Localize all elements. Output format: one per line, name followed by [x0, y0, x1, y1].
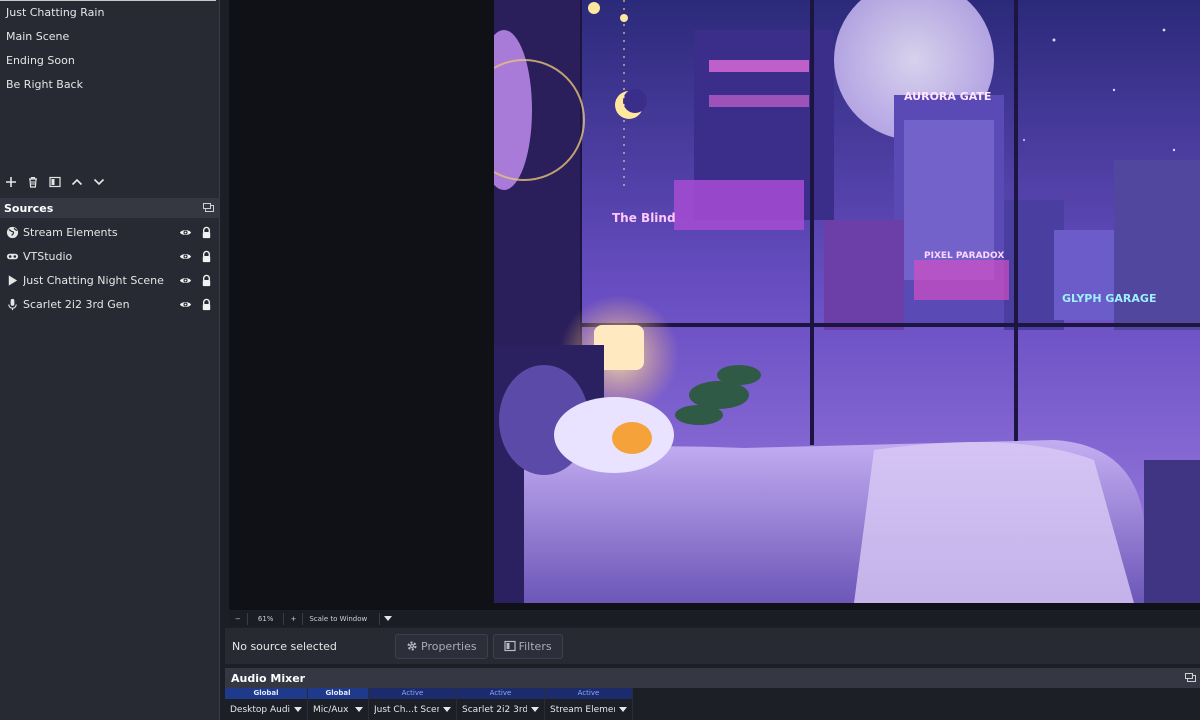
filters-label: Filters [518, 639, 552, 653]
properties-label: Properties [421, 639, 477, 653]
sources-title: Sources [4, 201, 54, 215]
divider [379, 612, 381, 625]
gear-icon [407, 641, 417, 651]
scene-item-ending-soon[interactable]: Ending Soon [0, 49, 220, 73]
channel-name: Just Ch...t Scene [374, 704, 439, 715]
trash-icon [29, 177, 37, 188]
source-item-stream-elements[interactable]: Stream Elements [0, 220, 220, 244]
svg-text:AURORA GATE: AURORA GATE [904, 90, 991, 103]
visibility-eye-icon[interactable] [178, 249, 192, 263]
channel-name: Stream Elements [550, 704, 615, 715]
properties-bar: No source selected Properties Filters [225, 628, 1200, 664]
scene-item-main-scene[interactable]: Main Scene [0, 25, 220, 49]
filter-panel-icon [503, 640, 516, 652]
source-item-scarlet[interactable]: Scarlet 2i2 3rd Gen [0, 292, 220, 316]
visibility-eye-icon[interactable] [178, 225, 192, 239]
channel-menu-icon[interactable] [443, 707, 451, 712]
sources-dock-header: Sources [0, 198, 220, 218]
microphone-icon [5, 297, 19, 311]
audio-mixer-dock-header: Audio Mixer [225, 668, 1200, 688]
visibility-eye-icon[interactable] [178, 297, 192, 311]
mixer-channel-scarlet[interactable]: Active Scarlet 2i2 3rd Ge [457, 688, 545, 720]
mixer-channel-stream-elements[interactable]: Active Stream Elements [545, 688, 633, 720]
bedroom-city-scene-image: AURORA GATE GLYPH GARAGE PIXEL PARADOX T… [494, 0, 1200, 603]
plus-icon [6, 177, 16, 187]
globe-icon [5, 225, 19, 239]
scene-toolbar [0, 170, 220, 194]
move-scene-down-button[interactable] [92, 175, 106, 189]
scene-item-be-right-back[interactable]: Be Right Back [0, 73, 220, 97]
lock-icon[interactable] [199, 225, 213, 239]
scene-filters-button[interactable] [48, 175, 62, 189]
move-scene-up-button[interactable] [70, 175, 84, 189]
filters-button[interactable]: Filters [492, 633, 563, 659]
scenes-list: Just Chatting Rain Main Scene Ending Soo… [0, 0, 220, 168]
channel-name: Mic/Aux [313, 704, 349, 715]
monitor-mode-badge: Active [545, 688, 632, 699]
undock-icon[interactable] [1185, 672, 1196, 682]
audio-mixer-title: Audio Mixer [231, 671, 306, 685]
add-scene-button[interactable] [4, 175, 18, 189]
zoom-out-button[interactable]: − [229, 615, 247, 623]
lock-icon[interactable] [199, 297, 213, 311]
scale-mode-dropdown-icon[interactable] [384, 616, 393, 621]
lock-icon[interactable] [199, 273, 213, 287]
properties-button[interactable]: Properties [395, 633, 488, 659]
monitor-mode-badge: Global [308, 688, 368, 699]
source-label: VTStudio [23, 249, 73, 263]
selection-status: No source selected [232, 639, 337, 653]
chevron-down-icon [93, 178, 105, 186]
sources-list: Stream Elements VTStudio Just Chatting N… [0, 220, 220, 316]
scene-item-just-chatting-rain[interactable]: Just Chatting Rain [0, 1, 220, 25]
mixer-channel-desktop-audio[interactable]: Global Desktop Audio [225, 688, 308, 720]
monitor-mode-badge: Global [225, 688, 307, 699]
left-dock: Just Chatting Rain Main Scene Ending Soo… [0, 0, 220, 720]
channel-menu-icon[interactable] [355, 707, 363, 712]
svg-text:The Blind: The Blind [612, 211, 676, 225]
mixer-channel-mic-aux[interactable]: Global Mic/Aux [308, 688, 369, 720]
visibility-eye-icon[interactable] [178, 273, 192, 287]
monitor-mode-badge: Active [457, 688, 544, 699]
channel-menu-icon[interactable] [531, 707, 539, 712]
svg-text:PIXEL PARADOX: PIXEL PARADOX [924, 251, 1004, 261]
preview-canvas[interactable]: AURORA GATE GLYPH GARAGE PIXEL PARADOX T… [494, 0, 1200, 603]
undock-icon[interactable] [203, 202, 214, 212]
chevron-up-icon [71, 178, 83, 186]
audio-mixer-channels: Global Desktop Audio Global Mic/Aux Acti… [225, 688, 1200, 720]
mixer-channel-just-chatting[interactable]: Active Just Ch...t Scene [369, 688, 457, 720]
svg-text:GLYPH GARAGE: GLYPH GARAGE [1062, 292, 1156, 305]
play-icon [5, 273, 19, 287]
obs-window: Just Chatting Rain Main Scene Ending Soo… [0, 0, 1200, 720]
preview-area[interactable]: AURORA GATE GLYPH GARAGE PIXEL PARADOX T… [229, 0, 1200, 610]
vr-mask-icon [5, 249, 19, 263]
source-label: Just Chatting Night Scene [23, 273, 164, 287]
channel-menu-icon[interactable] [619, 707, 627, 712]
source-item-just-chatting-night-scene[interactable]: Just Chatting Night Scene [0, 268, 220, 292]
source-label: Scarlet 2i2 3rd Gen [23, 297, 130, 311]
channel-name: Desktop Audio [230, 704, 290, 715]
source-item-vtstudio[interactable]: VTStudio [0, 244, 220, 268]
filter-panel-icon [49, 176, 61, 188]
channel-menu-icon[interactable] [294, 707, 302, 712]
zoom-in-button[interactable]: + [284, 615, 302, 623]
zoom-bar: − 61% + Scale to Window [229, 611, 1200, 626]
zoom-level: 61% [257, 614, 274, 623]
channel-name: Scarlet 2i2 3rd Ge [462, 704, 527, 715]
remove-scene-button[interactable] [26, 175, 40, 189]
source-label: Stream Elements [23, 225, 118, 239]
lock-icon[interactable] [199, 249, 213, 263]
monitor-mode-badge: Active [369, 688, 456, 699]
scale-mode-label: Scale to Window [309, 614, 368, 623]
